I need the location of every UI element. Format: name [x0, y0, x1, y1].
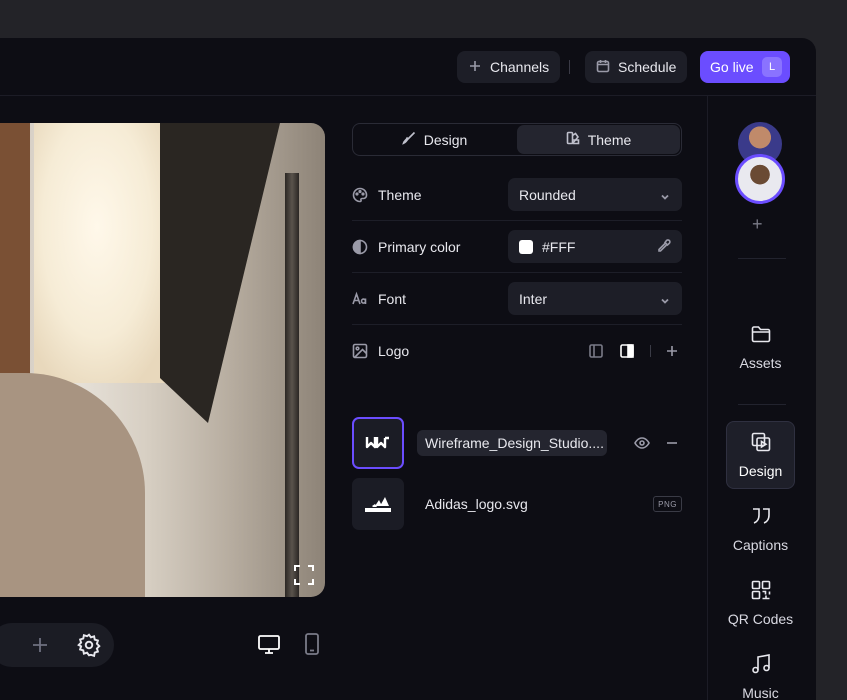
app-window: Channels Schedule Go live L Design Theme…: [0, 38, 816, 700]
tab-design-label: Design: [423, 131, 468, 148]
add-logo-icon[interactable]: [664, 343, 680, 359]
theme-select[interactable]: Rounded: [508, 178, 682, 211]
calendar-icon: [596, 59, 610, 76]
chevron-down-icon: [660, 189, 670, 200]
logo-item[interactable]: Wireframe_Design_Studio....: [352, 417, 682, 469]
schedule-label: Schedule: [618, 59, 677, 75]
font-row: Font Inter: [352, 273, 682, 325]
tab-theme[interactable]: Theme: [517, 125, 680, 154]
palette-swatch-icon: [566, 131, 580, 148]
channels-button[interactable]: Channels: [457, 51, 561, 83]
settings-gear-icon[interactable]: [76, 632, 102, 658]
file-type-badge: PNG: [653, 496, 682, 512]
design-media-icon: [750, 431, 772, 456]
sidebar-item-design[interactable]: Design: [726, 421, 795, 489]
font-label: Font: [378, 290, 407, 307]
sidebar-item-label: Assets: [739, 355, 782, 371]
brush-icon: [401, 131, 416, 148]
remove-icon[interactable]: [664, 435, 680, 451]
toolbar-divider: [569, 60, 570, 74]
right-sidebar: + Assets Design Captions QR Codes Music: [707, 96, 816, 700]
font-value: Inter: [519, 290, 548, 307]
rail-divider: [738, 258, 786, 259]
rail-divider: [738, 404, 786, 405]
go-live-button[interactable]: Go live L: [700, 51, 790, 83]
logo-label: Logo: [378, 343, 410, 359]
sidebar-item-label: Captions: [732, 537, 789, 553]
qr-code-icon: [750, 579, 772, 604]
tab-design[interactable]: Design: [353, 124, 516, 155]
preview-person: [0, 373, 145, 597]
sidebar-item-qr-codes[interactable]: QR Codes: [724, 569, 797, 637]
logo-toolbar-divider: [650, 345, 651, 357]
align-right-icon[interactable]: [619, 343, 635, 359]
primary-color-label: Primary color: [378, 238, 461, 255]
theme-value: Rounded: [519, 186, 576, 203]
chevron-down-icon: [660, 293, 670, 304]
desktop-view-icon[interactable]: [257, 632, 281, 656]
preview-softbox-light: [34, 123, 174, 383]
tab-theme-label: Theme: [587, 131, 632, 148]
add-icon[interactable]: [27, 632, 53, 658]
add-participant-button[interactable]: +: [752, 214, 763, 235]
go-live-label: Go live: [710, 59, 754, 75]
contrast-icon: [352, 239, 368, 255]
fullscreen-icon[interactable]: [292, 563, 316, 587]
logo-row-header: Logo: [352, 325, 682, 377]
music-note-icon: [750, 653, 772, 678]
mobile-view-icon[interactable]: [300, 632, 324, 656]
logo-thumbnail[interactable]: [352, 478, 404, 530]
logo-thumbnail[interactable]: [352, 417, 404, 469]
primary-color-row: Primary color #FFF: [352, 221, 682, 273]
quote-icon: [750, 505, 772, 530]
sidebar-item-music[interactable]: Music: [726, 643, 795, 700]
image-icon: [352, 343, 368, 359]
go-live-shortcut: L: [762, 57, 782, 77]
panel-tabs: Design Theme: [352, 123, 682, 156]
channels-label: Channels: [490, 59, 550, 75]
sidebar-item-assets[interactable]: Assets: [726, 313, 795, 381]
align-left-icon[interactable]: [588, 343, 604, 359]
font-icon: [352, 291, 368, 307]
adidas-logo: [365, 497, 391, 512]
logo-item[interactable]: Adidas_logo.svg PNG: [352, 478, 682, 530]
palette-icon: [352, 187, 368, 203]
eyedropper-icon[interactable]: [656, 238, 672, 254]
primary-color-field[interactable]: #FFF: [508, 230, 682, 263]
schedule-button[interactable]: Schedule: [585, 51, 688, 83]
host-avatar[interactable]: [735, 154, 785, 204]
sidebar-item-label: Music: [742, 685, 779, 700]
font-select[interactable]: Inter: [508, 282, 682, 315]
top-bar: Channels Schedule Go live L: [0, 38, 816, 96]
theme-row: Theme Rounded: [352, 169, 682, 221]
folder-icon: [750, 323, 772, 348]
eye-icon[interactable]: [634, 435, 650, 451]
preview-tripod: [285, 173, 299, 597]
plus-icon: [468, 59, 482, 76]
theme-label: Theme: [378, 186, 422, 203]
preview-softbox: [160, 123, 280, 423]
sidebar-item-label: QR Codes: [727, 611, 794, 627]
wireframe-logo-icon: [365, 436, 389, 449]
primary-color-value: #FFF: [542, 238, 576, 255]
video-preview[interactable]: [0, 123, 325, 597]
stage-controls: [0, 623, 114, 667]
logo-name: Adidas_logo.svg: [425, 496, 528, 512]
logo-name-input[interactable]: Wireframe_Design_Studio....: [417, 430, 607, 456]
sidebar-item-captions[interactable]: Captions: [726, 495, 795, 563]
color-swatch[interactable]: [519, 239, 533, 254]
sidebar-item-label: Design: [738, 463, 783, 479]
